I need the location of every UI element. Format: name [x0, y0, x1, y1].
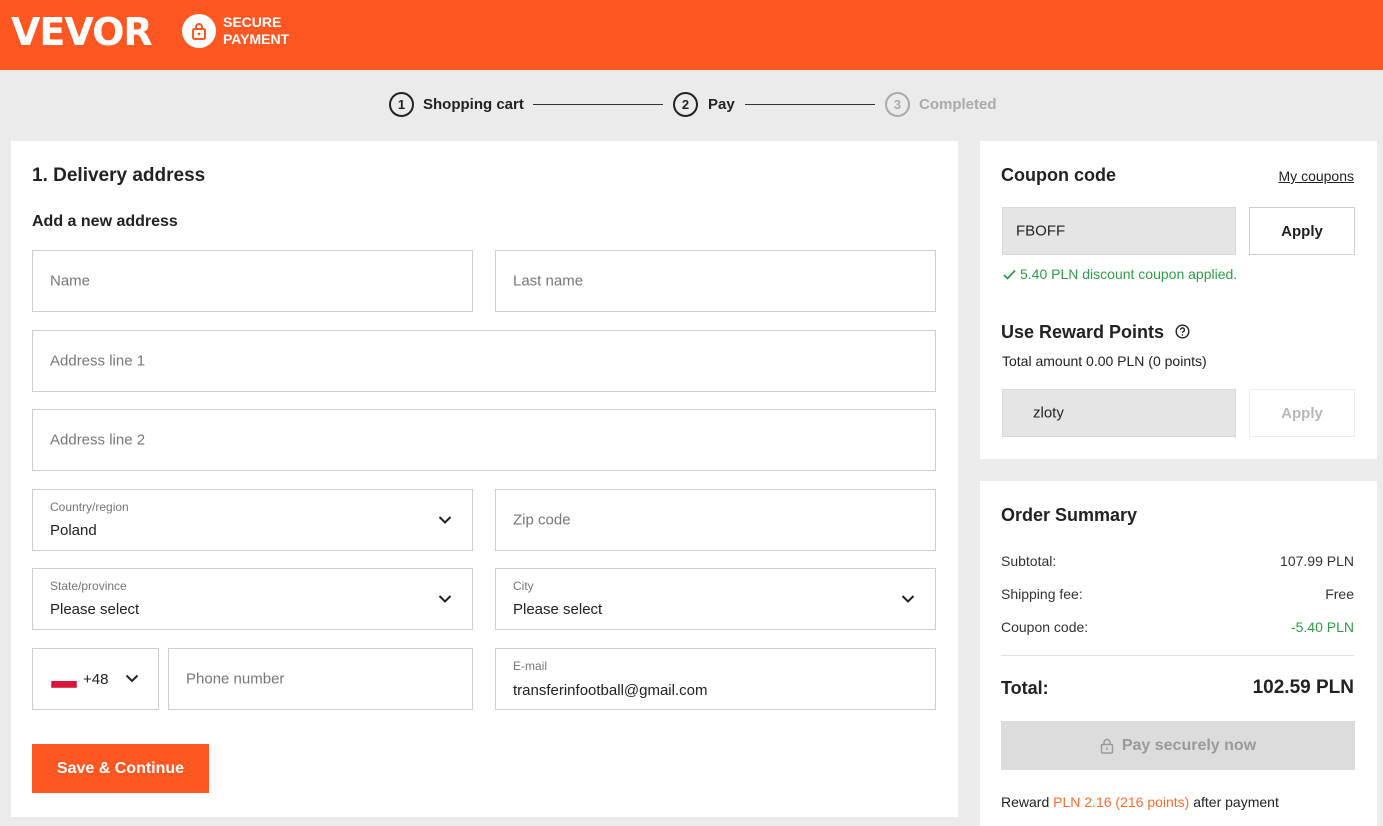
reward-input-value: zloty	[1033, 404, 1064, 422]
address-line-2-input[interactable]: Address line 2	[32, 409, 936, 471]
chevron-down-icon	[901, 595, 915, 603]
email-value: transferinfootball@gmail.com	[513, 682, 708, 699]
pay-securely-label: Pay securely now	[1121, 736, 1257, 754]
subtotal-row: Subtotal: 107.99 PLN	[1001, 553, 1354, 569]
state-value: Please select	[50, 601, 140, 618]
coupon-applied-text: 5.40 PLN discount coupon applied.	[1020, 266, 1238, 282]
name-input[interactable]: Name	[32, 250, 473, 312]
check-icon	[1003, 269, 1016, 280]
city-select[interactable]: City Please select	[495, 568, 936, 630]
state-label: State/province	[50, 579, 127, 593]
reward-title-text: Use Reward Points	[1001, 322, 1165, 342]
vevor-logo[interactable]: VEVOR	[11, 10, 153, 54]
total-label: Total:	[1001, 678, 1049, 698]
shipping-row: Shipping fee: Free	[1001, 586, 1354, 602]
coupon-title: Coupon code	[1001, 165, 1116, 185]
lock-icon	[1100, 738, 1114, 754]
name-placeholder: Name	[50, 272, 91, 290]
coupon-apply-button[interactable]: Apply	[1249, 207, 1355, 255]
phone-code-value: +48	[83, 671, 109, 688]
address-line-1-input[interactable]: Address line 1	[32, 330, 936, 392]
subtotal-value: 107.99 PLN	[1280, 553, 1354, 569]
coupon-discount-label: Coupon code:	[1001, 619, 1089, 635]
coupon-discount-value: -5.40 PLN	[1290, 619, 1354, 635]
coupon-code-value: FBOFF	[1016, 222, 1066, 240]
secure-line-2: PAYMENT	[223, 31, 290, 47]
coupon-applied-message: 5.40 PLN discount coupon applied.	[1003, 266, 1237, 282]
shipping-label: Shipping fee:	[1001, 586, 1083, 602]
reward-prefix: Reward	[1001, 794, 1050, 810]
email-label: E-mail	[513, 659, 548, 673]
subtotal-label: Subtotal:	[1001, 553, 1057, 569]
city-label: City	[513, 579, 534, 593]
shipping-value: Free	[1325, 586, 1354, 602]
summary-divider	[1001, 655, 1354, 656]
step-connector-2	[745, 104, 875, 105]
coupon-panel: Coupon code My coupons FBOFF Apply 5.40 …	[980, 141, 1377, 459]
reward-points-input[interactable]: zloty	[1002, 389, 1236, 437]
reward-suffix: after payment	[1193, 794, 1279, 810]
chevron-down-icon	[125, 674, 139, 683]
reward-amount: PLN 2.16 (216 points)	[1053, 794, 1190, 810]
zip-code-input[interactable]: Zip code	[495, 489, 936, 551]
step-2-number: 2	[673, 92, 698, 117]
last-name-input[interactable]: Last name	[495, 250, 936, 312]
pay-securely-button[interactable]: Pay securely now	[1001, 721, 1355, 770]
step-3-label: Completed	[919, 96, 997, 113]
delivery-section-title: 1. Delivery address	[32, 165, 206, 186]
reward-total-text: Total amount 0.00 PLN (0 points)	[1002, 353, 1207, 369]
top-header: VEVOR SECURE PAYMENT	[0, 0, 1383, 70]
city-value: Please select	[513, 601, 603, 618]
email-input[interactable]: E-mail transferinfootball@gmail.com	[495, 648, 936, 710]
reward-after-payment-text: Reward PLN 2.16 (216 points) after payme…	[1001, 794, 1279, 810]
phone-number-placeholder: Phone number	[186, 670, 285, 688]
chevron-down-icon	[438, 595, 452, 603]
order-summary-panel: Order Summary Subtotal: 107.99 PLN Shipp…	[980, 481, 1377, 826]
address-line-2-placeholder: Address line 2	[50, 431, 146, 449]
step-2-label: Pay	[708, 96, 735, 113]
address-line-1-placeholder: Address line 1	[50, 352, 146, 370]
add-address-subtitle: Add a new address	[32, 213, 178, 230]
country-value: Poland	[50, 522, 97, 539]
step-1-number: 1	[389, 92, 414, 117]
state-select[interactable]: State/province Please select	[32, 568, 473, 630]
delivery-address-panel: 1. Delivery address Add a new address Na…	[11, 141, 958, 817]
chevron-down-icon	[438, 516, 452, 524]
step-connector-1	[533, 104, 663, 105]
country-select[interactable]: Country/region Poland	[32, 489, 473, 551]
country-label: Country/region	[50, 500, 129, 514]
lock-icon	[182, 14, 216, 48]
total-value: 102.59 PLN	[1252, 677, 1354, 698]
help-circle-icon[interactable]	[1175, 324, 1190, 339]
secure-line-1: SECURE	[223, 14, 282, 30]
phone-number-input[interactable]: Phone number	[168, 648, 473, 710]
reward-title: Use Reward Points	[1001, 322, 1190, 343]
phone-code-select[interactable]: +48	[32, 648, 159, 710]
step-3-number: 3	[885, 92, 910, 117]
poland-flag-icon	[51, 674, 77, 688]
total-row: Total: 102.59 PLN	[1001, 677, 1354, 699]
secure-payment-label: SECURE PAYMENT	[223, 14, 289, 48]
save-continue-button[interactable]: Save & Continue	[32, 744, 209, 793]
order-summary-title: Order Summary	[1001, 505, 1138, 525]
last-name-placeholder: Last name	[513, 272, 584, 290]
step-1-label: Shopping cart	[423, 96, 524, 113]
coupon-discount-row: Coupon code: -5.40 PLN	[1001, 619, 1354, 635]
reward-apply-button[interactable]: Apply	[1249, 389, 1355, 437]
zip-code-placeholder: Zip code	[513, 511, 571, 529]
coupon-code-input[interactable]: FBOFF	[1002, 207, 1236, 255]
my-coupons-link[interactable]: My coupons	[1279, 168, 1354, 184]
checkout-steps: 1 Shopping cart 2 Pay 3 Completed	[0, 92, 1383, 118]
